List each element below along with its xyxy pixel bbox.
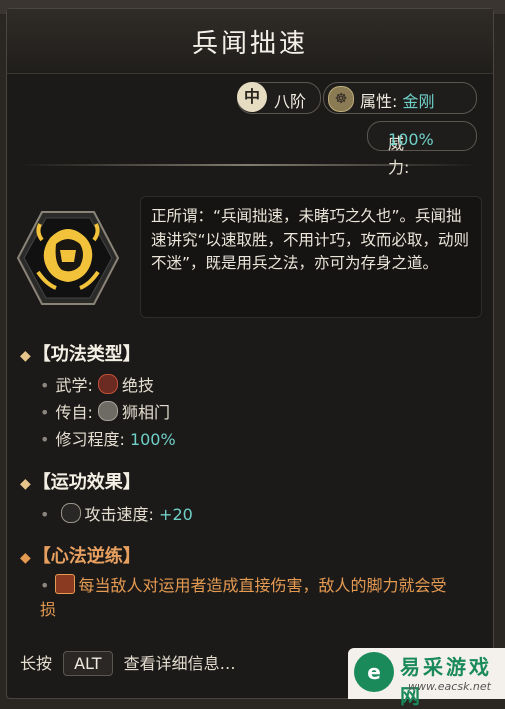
row-martial: • 武学: 绝技 [40,374,154,395]
bullet-icon: • [40,576,50,595]
bullet-icon: • [40,403,50,422]
divider [20,164,478,166]
site-logo-icon: e [354,652,394,692]
row-attack-speed: • 攻击速度: +20 [40,503,193,524]
power-badge: 威力: 100% [367,121,477,177]
swords-icon [60,503,81,523]
power-value: 100% [388,130,434,149]
alt-key[interactable]: ALT [63,651,113,676]
foot-icon [54,574,75,594]
quote-text: 正所谓：“兵闻拙速，未睹巧之久也”。兵闻拙速讲究“以速取胜，不用计巧，攻而必取，… [151,207,470,272]
title-bar: 兵闻拙速 [7,9,493,74]
bullet-icon: • [40,376,50,395]
site-url: www.eacsk.net [408,680,491,693]
martial-icon [97,374,118,394]
section-header-type: ◆ 【功法类型】 [20,344,141,365]
grade-level: 八阶 [274,92,307,111]
grade-badge: 中 八阶 [237,82,321,114]
hint-bar: 长按 ALT 查看详细信息… [20,650,236,676]
skill-title: 兵闻拙速 [191,29,308,59]
bullet-icon: • [40,505,50,524]
attribute-value: 金刚 [402,92,435,111]
attribute-badge: ☸ 属性: 金刚 [323,82,477,114]
section-header-reverse: ◆ 【心法逆练】 [20,546,141,567]
diamond-icon: ◆ [20,550,31,566]
quote-box: 正所谓：“兵闻拙速，未睹巧之久也”。兵闻拙速讲究“以速取胜，不用计巧，攻而必取，… [140,196,482,318]
site-watermark: e 易采游戏网 www.eacsk.net [348,648,505,708]
grade-circle-icon: 中 [237,82,267,112]
diamond-icon: ◆ [20,348,31,364]
diamond-icon: ◆ [20,476,31,492]
row-practice: • 修习程度: 100% [40,430,176,449]
attribute-label: 属性: 金刚 [360,92,435,111]
section-header-effect: ◆ 【运功效果】 [20,472,141,493]
fist-lion-icon [16,211,120,305]
sect-icon [97,401,118,421]
row-origin: • 传自: 狮相门 [40,401,170,422]
bullet-icon: • [40,430,50,449]
buddha-icon: ☸ [328,86,354,112]
reverse-effect-text: • 每当敌人对运用者造成直接伤害，敌人的脚力就会受损 [40,574,447,619]
